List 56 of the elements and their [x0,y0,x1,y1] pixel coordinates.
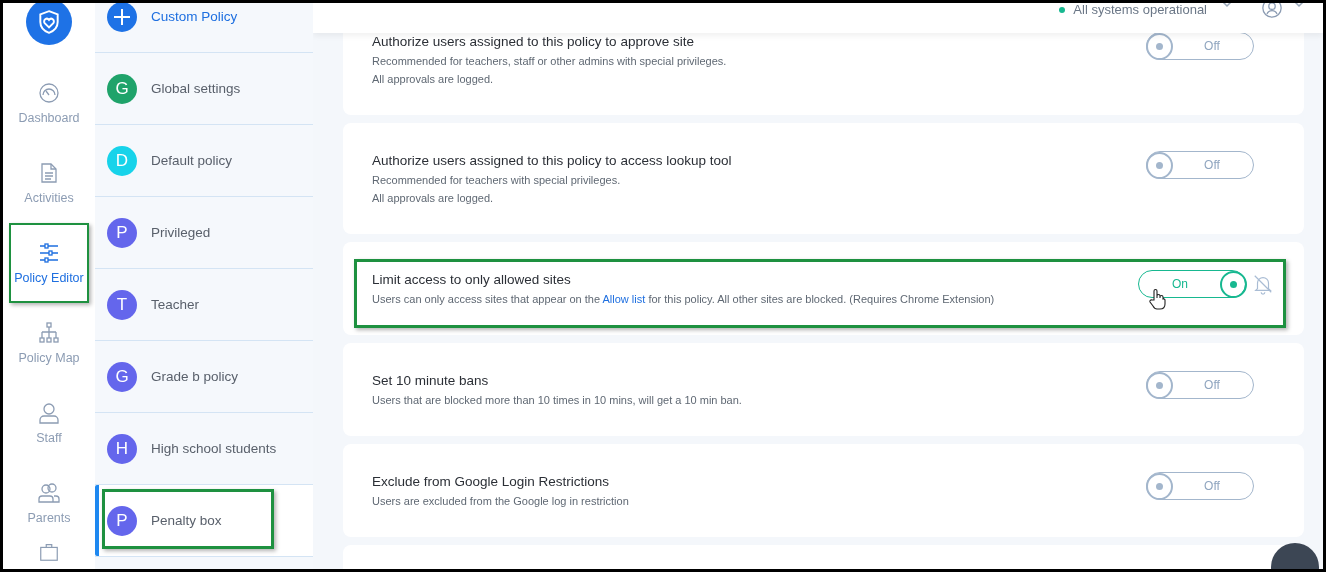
toggle-switch[interactable]: On [1138,270,1246,298]
people-icon [37,481,61,505]
policy-avatar: G [107,73,137,104]
setting-description: Users that are blocked more than 10 times in 10 mins, will get a 10 min ban. [372,393,743,408]
toggle-switch[interactable]: Off [1146,472,1254,500]
nav-item[interactable]: Dashboard [9,63,89,143]
toggle-switch[interactable]: Off [1146,371,1254,399]
policy-item[interactable]: G Grade b policy [95,341,313,413]
setting-description: Users can only access sites that appear on the Allow list for this policy. All other sites are blocked. (Requires Chrome Extension) [372,292,996,307]
setting-description: All approvals are logged. [372,72,495,87]
status-dot [1059,6,1066,13]
setting-title: Authorize users assigned to this policy to access lookup tool [372,152,733,170]
setting-description: All approvals are logged. [372,191,495,206]
policy-item[interactable]: P Penalty box [95,485,313,557]
policy-label: Penalty box [151,513,222,528]
policy-avatar: P [107,217,137,248]
setting-title: Limit access to only allowed sites [372,271,572,289]
policy-avatar: T [107,289,137,320]
policy-avatar: G [107,361,137,392]
nav-item[interactable]: Parents [9,463,89,543]
policy-label: Privileged [151,225,211,240]
toggle-switch[interactable]: Off [1146,32,1254,60]
setting-title: Exclude from Google Login Restrictions [372,473,611,491]
policy-avatar: H [107,433,137,464]
setting-description: Recommended for teachers with special privileges. [372,173,622,188]
policy-item[interactable]: D Default policy [95,125,313,197]
briefcase-icon[interactable] [38,541,60,563]
policy-label: Default policy [151,153,233,168]
policy-label: Custom Policy [151,9,238,24]
status-text: All systems operational [1073,3,1207,17]
policy-item[interactable]: P Privileged [95,197,313,269]
user-icon[interactable] [1261,3,1283,19]
policy-label: Global settings [151,81,241,96]
person-icon [37,401,61,425]
policy-avatar: D [107,145,137,176]
allow-list-link[interactable]: Allow list [602,293,646,305]
bell-off-icon[interactable] [1252,273,1274,295]
policy-item[interactable]: G Global settings [95,53,313,125]
policy-label: Teacher [151,297,200,312]
policy-label: High school students [151,441,277,456]
toggle-switch[interactable]: Off [1146,151,1254,179]
nav-item[interactable]: Policy Map [9,303,89,383]
nav-item[interactable]: Staff [9,383,89,463]
setting-description: Users are excluded from the Google log in restriction [372,494,630,509]
sliders-icon [37,241,61,265]
hierarchy-icon [37,321,61,345]
policy-avatar: P [107,505,137,536]
setting-title: Set 10 minute bans [372,372,490,390]
gauge-icon [37,81,61,105]
nav-item[interactable]: Policy Editor [9,223,89,303]
policy-item[interactable]: Custom Policy [95,3,313,53]
setting-description: Recommended for teachers, staff or other admins with special privileges. [372,54,728,69]
setting-title: Authorize users assigned to this policy to approve site [372,33,695,51]
policy-label: Grade b policy [151,369,239,384]
nav-item[interactable]: Activities [9,143,89,223]
policy-item[interactable]: T Teacher [95,269,313,341]
